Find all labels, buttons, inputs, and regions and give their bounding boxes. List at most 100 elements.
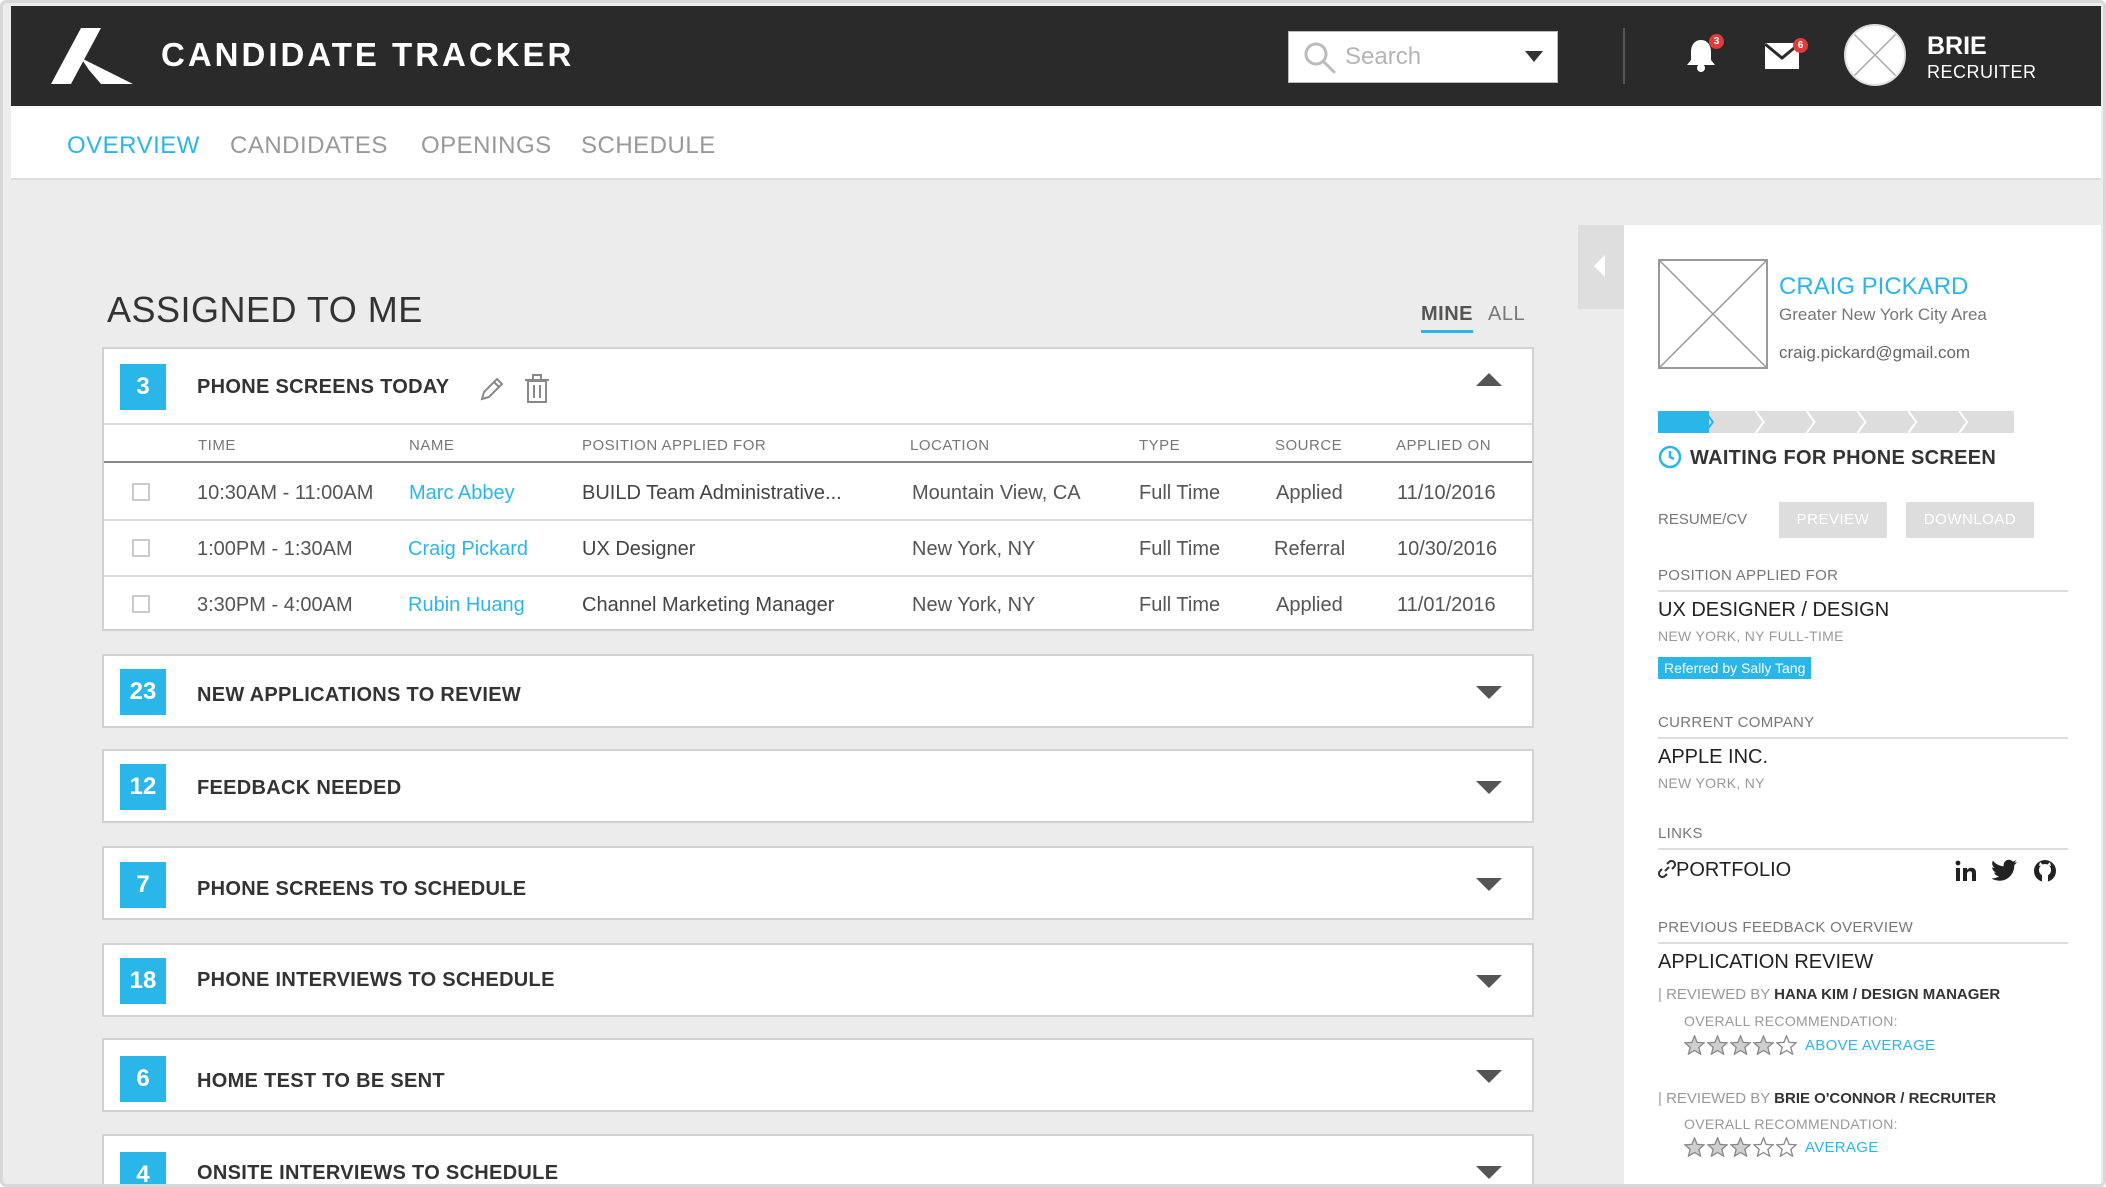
row-source: Referral — [1274, 538, 1346, 560]
search-icon — [1304, 42, 1336, 74]
group-title[interactable]: HOME TEST TO BE SENT — [197, 1070, 445, 1093]
expand-chevron-icon[interactable] — [1476, 975, 1502, 988]
expand-chevron-icon[interactable] — [1476, 781, 1502, 794]
col-source[interactable]: SOURCE — [1275, 437, 1342, 454]
col-type[interactable]: TYPE — [1139, 437, 1180, 454]
position-meta: NEW YORK, NY FULL-TIME — [1658, 628, 1844, 644]
filter-mine[interactable]: MINE — [1421, 303, 1473, 333]
section-divider — [1658, 942, 2068, 944]
messages-button[interactable]: 6 — [1764, 38, 1808, 75]
tab-candidates[interactable]: CANDIDATES — [230, 132, 388, 160]
expand-chevron-icon[interactable] — [1476, 1166, 1502, 1179]
group-title[interactable]: FEEDBACK NEEDED — [197, 777, 402, 800]
expand-chevron-icon[interactable] — [1476, 1070, 1502, 1083]
filter-all[interactable]: ALL — [1488, 303, 1525, 326]
row-source: Applied — [1276, 594, 1343, 616]
group-title[interactable]: ONSITE INTERVIEWS TO SCHEDULE — [197, 1162, 558, 1184]
panel-collapse-button[interactable] — [1578, 225, 1624, 309]
row-position: UX Designer — [582, 538, 696, 560]
linkedin-link[interactable] — [1954, 859, 1978, 888]
tab-overview[interactable]: OVERVIEW — [67, 132, 200, 160]
row-candidate-link[interactable]: Craig Pickard — [408, 538, 528, 561]
user-name[interactable]: BRIE — [1927, 32, 1987, 61]
row-position: BUILD Team Administrative... — [582, 482, 842, 504]
delete-trash-icon[interactable] — [524, 374, 550, 404]
page-title: ASSIGNED TO ME — [107, 289, 423, 330]
overall-recommendation-label: OVERALL RECOMMENDATION: — [1684, 1013, 1898, 1029]
row-checkbox[interactable] — [132, 483, 150, 501]
group-count-badge: 4 — [120, 1152, 166, 1184]
group-count-badge: 6 — [120, 1056, 166, 1102]
col-name[interactable]: NAME — [409, 437, 454, 454]
tab-openings[interactable]: OPENINGS — [421, 132, 552, 160]
candidate-name[interactable]: CRAIG PICKARD — [1779, 273, 1968, 301]
row-type: Full Time — [1139, 538, 1221, 560]
group-phone-screens-to-schedule[interactable]: 7 PHONE SCREENS TO SCHEDULE — [102, 846, 1534, 920]
company-section-label: CURRENT COMPANY — [1658, 714, 1815, 731]
user-avatar[interactable] — [1844, 24, 1906, 86]
company-location: NEW YORK, NY — [1658, 775, 1765, 791]
search-dropdown-icon[interactable] — [1525, 51, 1543, 62]
search-box[interactable] — [1288, 31, 1558, 83]
progress-step-chevron — [1805, 411, 1816, 433]
collapse-chevron-icon[interactable] — [1476, 373, 1502, 386]
progress-step-chevron — [1958, 411, 1969, 433]
candidate-email[interactable]: craig.pickard@gmail.com — [1779, 343, 1970, 363]
notifications-button[interactable]: 3 — [1686, 34, 1724, 77]
preview-button[interactable]: PREVIEW — [1779, 502, 1887, 538]
table-row[interactable]: 1:00PM - 1:30AM Craig Pickard UX Designe… — [104, 521, 1532, 577]
col-applied-on[interactable]: APPLIED ON — [1396, 437, 1491, 454]
link-icon — [1657, 859, 1677, 879]
group-title[interactable]: NEW APPLICATIONS TO REVIEW — [197, 684, 521, 707]
row-applied-on: 11/10/2016 — [1397, 482, 1496, 504]
twitter-link[interactable] — [1991, 859, 2018, 886]
star-filled-icon — [1753, 1035, 1774, 1055]
tab-schedule[interactable]: SCHEDULE — [581, 132, 716, 160]
row-checkbox[interactable] — [132, 595, 150, 613]
group-feedback-needed[interactable]: 12 FEEDBACK NEEDED — [102, 749, 1534, 823]
row-location: New York, NY — [912, 538, 1036, 560]
col-position[interactable]: POSITION APPLIED FOR — [582, 437, 766, 454]
overall-recommendation-label: OVERALL RECOMMENDATION: — [1684, 1116, 1898, 1132]
section-divider — [1658, 737, 2068, 739]
group-count-badge: 18 — [120, 958, 166, 1004]
group-count-badge: 7 — [120, 862, 166, 908]
group-onsite-interviews[interactable]: 4 ONSITE INTERVIEWS TO SCHEDULE — [102, 1134, 1534, 1184]
row-checkbox[interactable] — [132, 539, 150, 557]
group-title[interactable]: PHONE INTERVIEWS TO SCHEDULE — [197, 969, 555, 992]
notification-count-badge: 3 — [1709, 34, 1724, 49]
table-row[interactable]: 10:30AM - 11:00AM Marc Abbey BUILD Team … — [104, 465, 1532, 521]
feedback-section-label: PREVIOUS FEEDBACK OVERVIEW — [1658, 919, 1914, 936]
group-new-applications[interactable]: 23 NEW APPLICATIONS TO REVIEW — [102, 654, 1534, 728]
search-input[interactable] — [1345, 40, 1515, 74]
group-phone-interviews-to-schedule[interactable]: 18 PHONE INTERVIEWS TO SCHEDULE — [102, 943, 1534, 1017]
download-button[interactable]: DOWNLOAD — [1906, 502, 2034, 538]
progress-step-chevron — [1856, 411, 1867, 433]
group-title[interactable]: PHONE SCREENS TO SCHEDULE — [197, 878, 526, 901]
group-title[interactable]: PHONE SCREENS TODAY — [197, 376, 449, 399]
group-home-test[interactable]: 6 HOME TEST TO BE SENT — [102, 1038, 1534, 1112]
company-name: APPLE INC. — [1658, 746, 1769, 768]
col-time[interactable]: TIME — [198, 437, 236, 454]
candidate-area: Greater New York City Area — [1779, 305, 1987, 324]
rating-stars: AVERAGE — [1684, 1137, 1879, 1159]
star-filled-icon — [1730, 1035, 1751, 1055]
row-candidate-link[interactable]: Rubin Huang — [408, 594, 525, 617]
star-filled-icon — [1707, 1035, 1728, 1055]
row-candidate-link[interactable]: Marc Abbey — [409, 482, 515, 505]
table-row[interactable]: 3:30PM - 4:00AM Rubin Huang Channel Mark… — [104, 577, 1532, 633]
github-link[interactable] — [2033, 859, 2057, 888]
candidate-photo — [1658, 259, 1768, 369]
review-reviewer: | REVIEWED BY HANA KIM / DESIGN MANAGER — [1658, 986, 2000, 1003]
col-location[interactable]: LOCATION — [910, 437, 990, 454]
expand-chevron-icon[interactable] — [1476, 686, 1502, 699]
star-empty-icon — [1776, 1137, 1797, 1157]
photo-placeholder-icon — [1659, 260, 1767, 368]
portfolio-link[interactable]: PORTFOLIO — [1657, 859, 1791, 882]
edit-pencil-icon[interactable] — [478, 375, 506, 403]
progress-step-chevron — [1907, 411, 1918, 433]
progress-step-chevron — [1754, 411, 1765, 433]
expand-chevron-icon[interactable] — [1476, 878, 1502, 891]
rating-stars: ABOVE AVERAGE — [1684, 1035, 1935, 1057]
row-source: Applied — [1276, 482, 1343, 504]
